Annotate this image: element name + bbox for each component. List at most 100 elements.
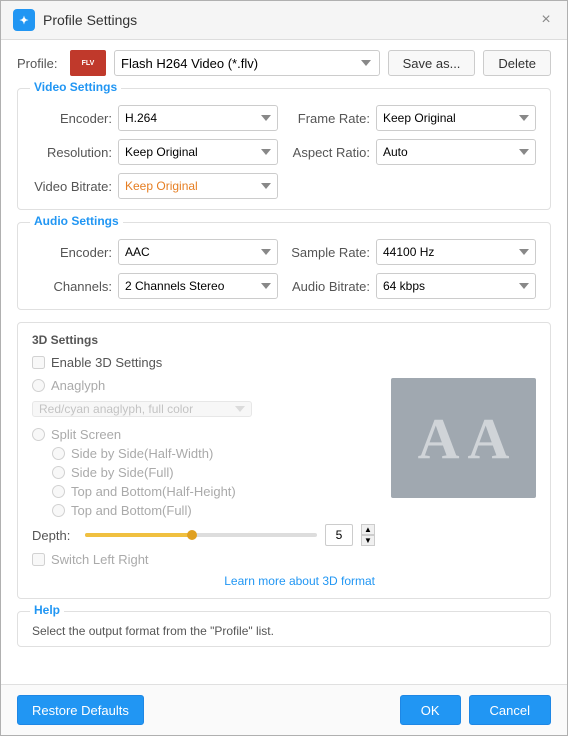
sample-rate-select[interactable]: 44100 Hz	[376, 239, 536, 265]
frame-rate-select[interactable]: Keep Original	[376, 105, 536, 131]
split-screen-radio-row: Split Screen	[32, 427, 375, 442]
side-half-radio[interactable]	[52, 447, 65, 460]
channels-label: Channels:	[32, 279, 112, 294]
profile-format-icon: FLV	[70, 50, 106, 76]
channels-row: Channels: 2 Channels Stereo	[32, 273, 278, 299]
audio-encoder-label: Encoder:	[32, 245, 112, 260]
aa-preview: A A	[418, 405, 510, 472]
video-settings-grid: Encoder: H.264 Frame Rate: Keep Original…	[32, 105, 536, 199]
top-full-radio[interactable]	[52, 504, 65, 517]
video-bitrate-select[interactable]: Keep Original	[118, 173, 278, 199]
enable-3d-row: Enable 3D Settings	[32, 355, 536, 370]
split-screen-label: Split Screen	[51, 427, 121, 442]
enable-3d-label: Enable 3D Settings	[51, 355, 162, 370]
switch-lr-label: Switch Left Right	[51, 552, 149, 567]
aspect-ratio-select[interactable]: Auto	[376, 139, 536, 165]
sub-option-1: Side by Side(Full)	[52, 465, 375, 480]
encoder-row: Encoder: H.264	[32, 105, 278, 131]
sub-option-1-label: Side by Side(Full)	[71, 465, 174, 480]
video-settings-section: Video Settings Encoder: H.264 Frame Rate…	[17, 88, 551, 210]
depth-slider-container[interactable]	[85, 527, 317, 543]
main-content: Profile: FLV Flash H264 Video (*.flv) Sa…	[1, 40, 567, 684]
depth-row: Depth: 5 ▲ ▼	[32, 524, 375, 546]
3d-preview-box: A A	[391, 378, 536, 498]
restore-defaults-button[interactable]: Restore Defaults	[17, 695, 144, 725]
audio-bitrate-select[interactable]: 64 kbps	[376, 273, 536, 299]
audio-bitrate-row: Audio Bitrate: 64 kbps	[290, 273, 536, 299]
profile-select[interactable]: Flash H264 Video (*.flv)	[114, 50, 380, 76]
sub-option-0-label: Side by Side(Half-Width)	[71, 446, 213, 461]
sub-option-2: Top and Bottom(Half-Height)	[52, 484, 375, 499]
delete-button[interactable]: Delete	[483, 50, 551, 76]
profile-row: Profile: FLV Flash H264 Video (*.flv) Sa…	[17, 50, 551, 76]
sample-rate-label: Sample Rate:	[290, 245, 370, 260]
anaglyph-group: Anaglyph Red/cyan anaglyph, full color S…	[32, 378, 375, 518]
sub-option-2-label: Top and Bottom(Half-Height)	[71, 484, 236, 499]
video-settings-title: Video Settings	[30, 80, 121, 94]
help-section: Help Select the output format from the "…	[17, 611, 551, 647]
encoder-label: Encoder:	[32, 111, 112, 126]
switch-lr-checkbox[interactable]	[32, 553, 45, 566]
depth-down-button[interactable]: ▼	[361, 535, 375, 546]
audio-encoder-select[interactable]: AAC	[118, 239, 278, 265]
sub-option-3-label: Top and Bottom(Full)	[71, 503, 192, 518]
side-full-radio[interactable]	[52, 466, 65, 479]
title-bar-left: ✦ Profile Settings	[13, 9, 137, 31]
depth-slider-thumb[interactable]	[187, 530, 197, 540]
depth-spinner: ▲ ▼	[361, 524, 375, 546]
aspect-ratio-label: Aspect Ratio:	[290, 145, 370, 160]
sub-option-0: Side by Side(Half-Width)	[52, 446, 375, 461]
anaglyph-type-select[interactable]: Red/cyan anaglyph, full color	[32, 401, 252, 417]
window-title: Profile Settings	[43, 12, 137, 28]
anaglyph-radio[interactable]	[32, 379, 45, 392]
split-screen-radio[interactable]	[32, 428, 45, 441]
frame-rate-label: Frame Rate:	[290, 111, 370, 126]
video-bitrate-label: Video Bitrate:	[32, 179, 112, 194]
aspect-ratio-row: Aspect Ratio: Auto	[290, 139, 536, 165]
3d-settings-title: 3D Settings	[32, 333, 536, 347]
resolution-select[interactable]: Keep Original	[118, 139, 278, 165]
footer-buttons: OK Cancel	[400, 695, 551, 725]
audio-bitrate-label: Audio Bitrate:	[290, 279, 370, 294]
profile-settings-window: ✦ Profile Settings × Profile: FLV Flash …	[0, 0, 568, 736]
switch-lr-row: Switch Left Right	[32, 552, 375, 567]
ok-button[interactable]: OK	[400, 695, 461, 725]
learn-more-row: Learn more about 3D format	[32, 573, 375, 588]
audio-encoder-row: Encoder: AAC	[32, 239, 278, 265]
video-bitrate-row: Video Bitrate: Keep Original	[32, 173, 278, 199]
close-button[interactable]: ×	[537, 11, 555, 29]
3d-left-panel: Anaglyph Red/cyan anaglyph, full color S…	[32, 378, 375, 588]
profile-label: Profile:	[17, 56, 62, 71]
preview-letter-2: A	[468, 405, 510, 472]
preview-letter-1: A	[418, 405, 460, 472]
audio-settings-section: Audio Settings Encoder: AAC Sample Rate:…	[17, 222, 551, 310]
channels-select[interactable]: 2 Channels Stereo	[118, 273, 278, 299]
help-text: Select the output format from the "Profi…	[32, 624, 536, 638]
enable-3d-checkbox[interactable]	[32, 356, 45, 369]
encoder-select[interactable]: H.264	[118, 105, 278, 131]
audio-settings-grid: Encoder: AAC Sample Rate: 44100 Hz Chann…	[32, 239, 536, 299]
title-bar: ✦ Profile Settings ×	[1, 1, 567, 40]
anaglyph-radio-row: Anaglyph	[32, 378, 375, 393]
app-icon: ✦	[13, 9, 35, 31]
depth-slider-fill	[85, 533, 189, 537]
depth-slider-track	[85, 533, 317, 537]
save-as-button[interactable]: Save as...	[388, 50, 476, 76]
depth-up-button[interactable]: ▲	[361, 524, 375, 535]
cancel-button[interactable]: Cancel	[469, 695, 551, 725]
resolution-row: Resolution: Keep Original	[32, 139, 278, 165]
frame-rate-row: Frame Rate: Keep Original	[290, 105, 536, 131]
learn-more-link[interactable]: Learn more about 3D format	[224, 574, 375, 588]
top-half-radio[interactable]	[52, 485, 65, 498]
3d-settings-section: 3D Settings Enable 3D Settings Anaglyph …	[17, 322, 551, 599]
3d-layout: Anaglyph Red/cyan anaglyph, full color S…	[32, 378, 536, 588]
depth-label: Depth:	[32, 528, 77, 543]
sub-option-3: Top and Bottom(Full)	[52, 503, 375, 518]
help-title: Help	[30, 603, 64, 617]
sample-rate-row: Sample Rate: 44100 Hz	[290, 239, 536, 265]
audio-settings-title: Audio Settings	[30, 214, 123, 228]
depth-value: 5	[325, 524, 353, 546]
sub-options-group: Side by Side(Half-Width) Side by Side(Fu…	[32, 446, 375, 518]
anaglyph-label: Anaglyph	[51, 378, 105, 393]
resolution-label: Resolution:	[32, 145, 112, 160]
